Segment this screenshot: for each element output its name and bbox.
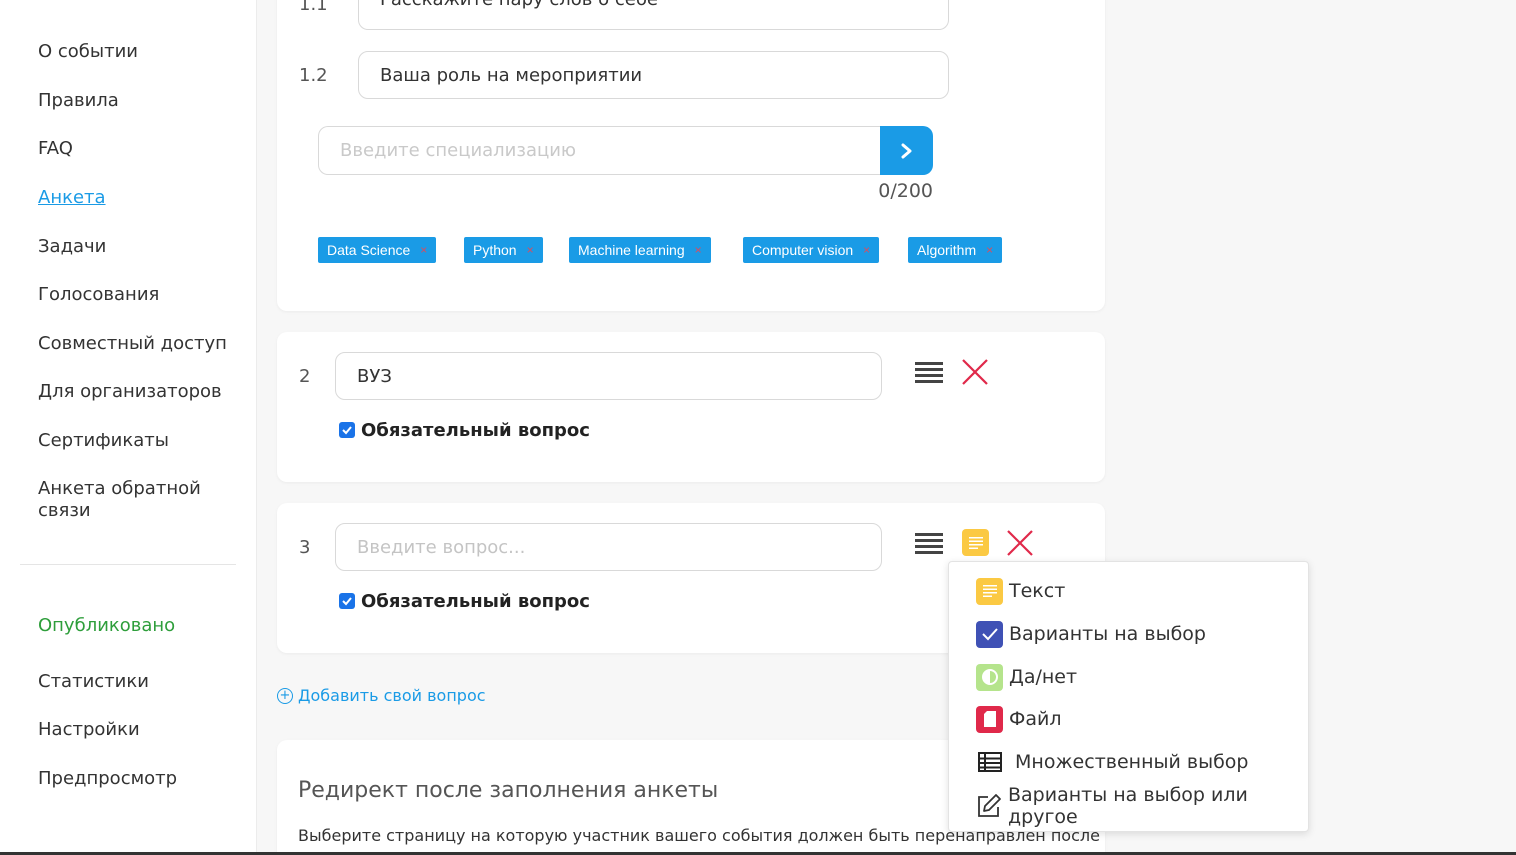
drag-handle-icon[interactable] [914,360,944,386]
sidebar-item-faq[interactable]: FAQ [38,138,238,160]
add-question-label: Добавить свой вопрос [298,686,486,705]
remove-tag-icon[interactable]: × [527,243,534,257]
sidebar-item-organizers[interactable]: Для организаторов [38,381,238,403]
tag-label: Machine learning [578,242,685,258]
required-checkbox[interactable] [339,422,355,438]
remove-tag-icon[interactable]: × [863,243,870,257]
sidebar: О событии Правила FAQ Анкета Задачи Голо… [0,0,257,855]
specialization-input[interactable]: Введите специализацию [318,126,880,175]
checkbox-icon [976,620,1003,648]
file-icon [976,705,1003,733]
menu-item-label: Множественный выбор [1015,751,1249,773]
plus-circle-icon: + [277,687,293,704]
menu-item-choice[interactable]: Варианты на выбор [976,620,1206,648]
sub-question-input-1[interactable]: Расскажите пару слов о себе [358,0,949,30]
required-label: Обязательный вопрос [361,591,590,612]
add-specialization-button[interactable] [880,126,933,175]
menu-item-multiple-choice[interactable]: Множественный выбор [976,748,1248,776]
sidebar-item-voting[interactable]: Голосования [38,284,238,306]
yes-no-icon [976,663,1003,691]
sub-question-number: 1.1 [299,0,328,15]
tag-chip: Machine learning × [569,237,711,263]
sidebar-item-shared-access[interactable]: Совместный доступ [38,333,238,355]
menu-item-text[interactable]: Текст [976,577,1065,605]
sidebar-item-tasks[interactable]: Задачи [38,236,238,258]
tag-label: Python [473,242,517,258]
menu-item-yes-no[interactable]: Да/нет [976,663,1077,691]
tag-chip: Algorithm × [908,237,1003,263]
question-number: 2 [299,366,311,387]
list-icon [976,749,1003,776]
tag-chip: Python × [464,237,543,263]
required-label: Обязательный вопрос [361,420,590,441]
remove-tag-icon[interactable]: × [986,243,993,257]
text-icon [976,577,1003,605]
question-input[interactable]: ВУЗ [335,352,882,400]
menu-item-label: Файл [1009,708,1062,730]
sub-question-number: 1.2 [299,65,328,86]
check-icon [342,426,352,435]
sidebar-item-preview[interactable]: Предпросмотр [38,768,238,790]
tag-label: Data Science [327,242,411,258]
tag-chip: Computer vision × [743,237,880,263]
question-input[interactable]: Введите вопрос... [335,523,882,571]
sidebar-item-about[interactable]: О событии [38,41,238,63]
delete-question-icon[interactable] [1006,529,1034,557]
menu-item-label: Варианты на выбор [1009,623,1206,645]
required-checkbox[interactable] [339,593,355,609]
menu-item-file[interactable]: Файл [976,705,1062,733]
tag-chip: Data Science × [318,237,437,263]
menu-item-label: Варианты на выбор или другое [1008,784,1248,828]
menu-item-label: Да/нет [1009,666,1078,688]
tag-label: Computer vision [752,242,854,258]
drag-handle-icon[interactable] [914,531,944,557]
sidebar-divider [20,564,236,565]
sidebar-item-statistics[interactable]: Статистики [38,671,238,693]
remove-tag-icon[interactable]: × [695,243,702,257]
question-type-menu: Текст Варианты на выбор Да/нет Файл Множ… [948,561,1309,832]
question-card-2: 2 ВУЗ Обязательный вопрос [277,332,1105,482]
menu-item-choice-or-other[interactable]: Варианты на выбор или другое [976,784,1308,828]
tag-label: Algorithm [917,242,977,258]
redirect-title: Редирект после заполнения анкеты [298,778,719,803]
question-number: 3 [299,537,311,558]
question-type-text-icon[interactable] [962,529,989,556]
chevron-right-icon [901,143,911,158]
sidebar-item-feedback[interactable]: Анкета обратной связи [38,478,218,522]
sidebar-item-survey[interactable]: Анкета [38,187,238,209]
status-published: Опубликовано [38,615,176,636]
sidebar-item-certificates[interactable]: Сертификаты [38,430,238,452]
check-icon [342,597,352,606]
add-question-link[interactable]: + Добавить свой вопрос [277,686,486,705]
sidebar-item-settings[interactable]: Настройки [38,719,238,741]
remove-tag-icon[interactable]: × [420,243,427,257]
edit-icon [976,793,1002,820]
character-counter: 0/200 [878,180,933,202]
sidebar-item-rules[interactable]: Правила [38,90,238,112]
sub-question-input-2[interactable]: Ваша роль на мероприятии [358,51,949,99]
delete-question-icon[interactable] [961,358,989,386]
menu-item-label: Текст [1009,580,1066,602]
